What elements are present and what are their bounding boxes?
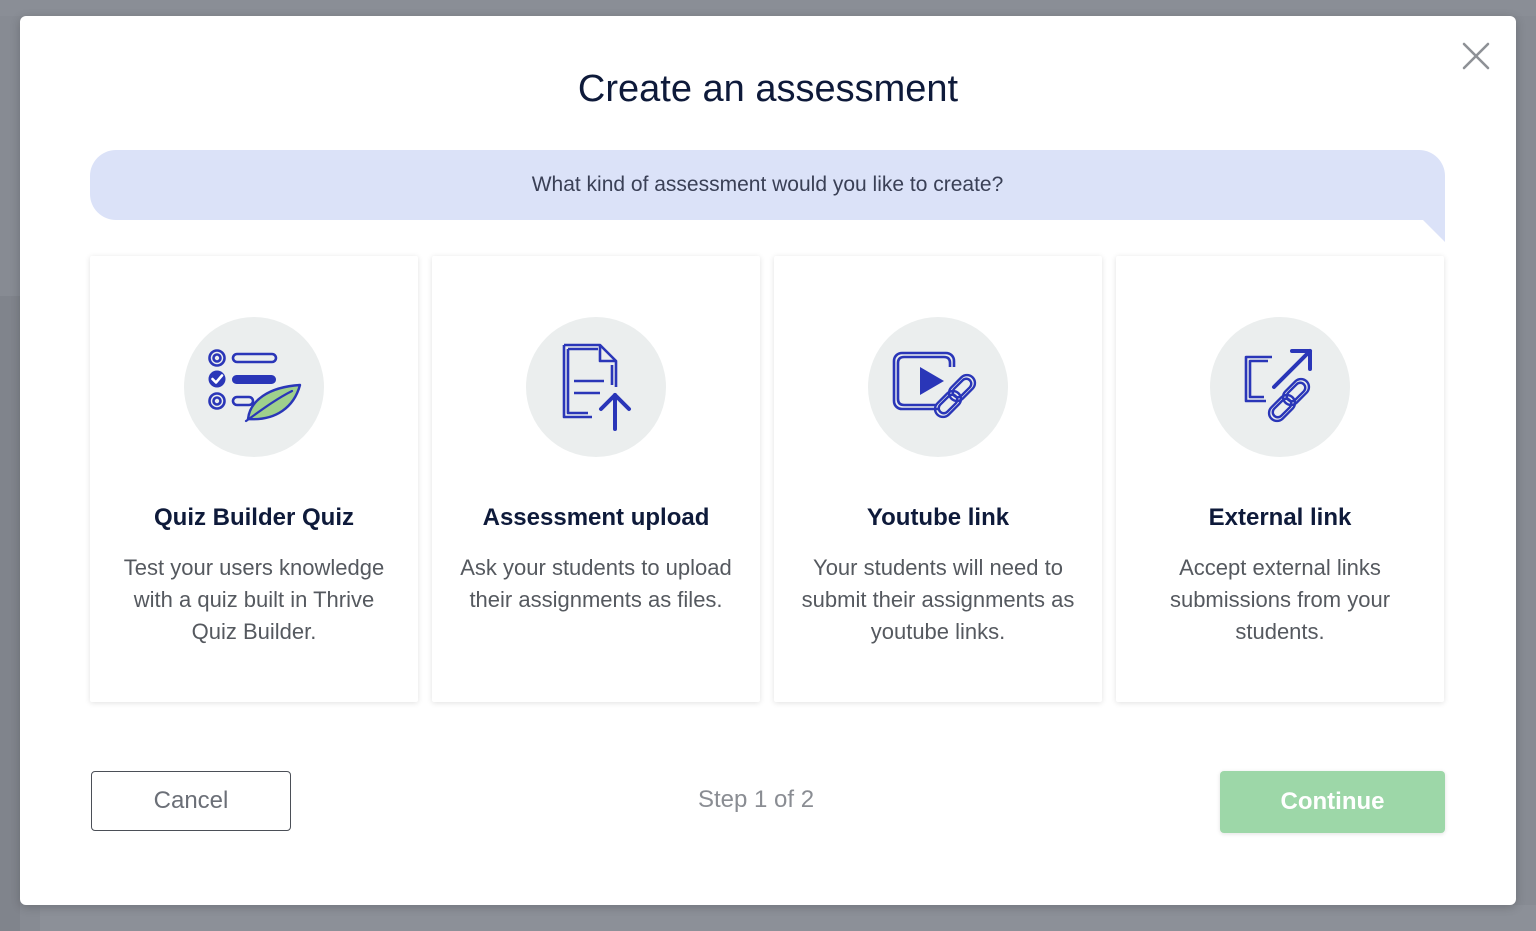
cancel-button[interactable]: Cancel [91,771,291,831]
option-card-assessment-upload[interactable]: Assessment upload Ask your students to u… [432,256,760,702]
option-title: External link [1208,504,1352,531]
background-header [0,0,1536,16]
external-link-icon [1244,349,1312,423]
background-footer [40,905,1536,931]
icon-circle [184,317,324,457]
background-panel [0,296,20,931]
video-link-icon [892,351,977,419]
icon-circle [868,317,1008,457]
icon-circle [526,317,666,457]
option-card-quiz-builder[interactable]: Quiz Builder Quiz Test your users knowle… [90,256,418,702]
quiz-checklist-icon [208,349,302,423]
file-upload-icon [562,343,631,431]
step-indicator: Step 1 of 2 [697,786,815,813]
prompt-bubble: What kind of assessment would you like t… [90,150,1445,242]
option-description: Test your users knowledge with a quiz bu… [123,555,385,644]
option-card-youtube-link[interactable]: Youtube link Your students will need to … [774,256,1102,702]
create-assessment-modal: Create an assessment What kind of assess… [20,16,1516,905]
continue-button[interactable]: Continue [1220,771,1445,833]
option-title: Quiz Builder Quiz [153,504,354,531]
option-description: Ask your students to upload their assign… [460,555,732,612]
modal-title: Create an assessment [577,68,959,110]
option-description: Your students will need to submit their … [801,555,1075,644]
prompt-text: What kind of assessment would you like t… [531,173,1004,196]
option-title: Youtube link [866,504,1010,531]
option-description: Accept external links submissions from y… [1169,555,1391,644]
icon-circle [1210,317,1350,457]
option-title: Assessment upload [482,504,710,531]
assessment-type-options: Quiz Builder Quiz Test your users knowle… [90,256,1446,702]
option-card-external-link[interactable]: External link Accept external links subm… [1116,256,1444,702]
